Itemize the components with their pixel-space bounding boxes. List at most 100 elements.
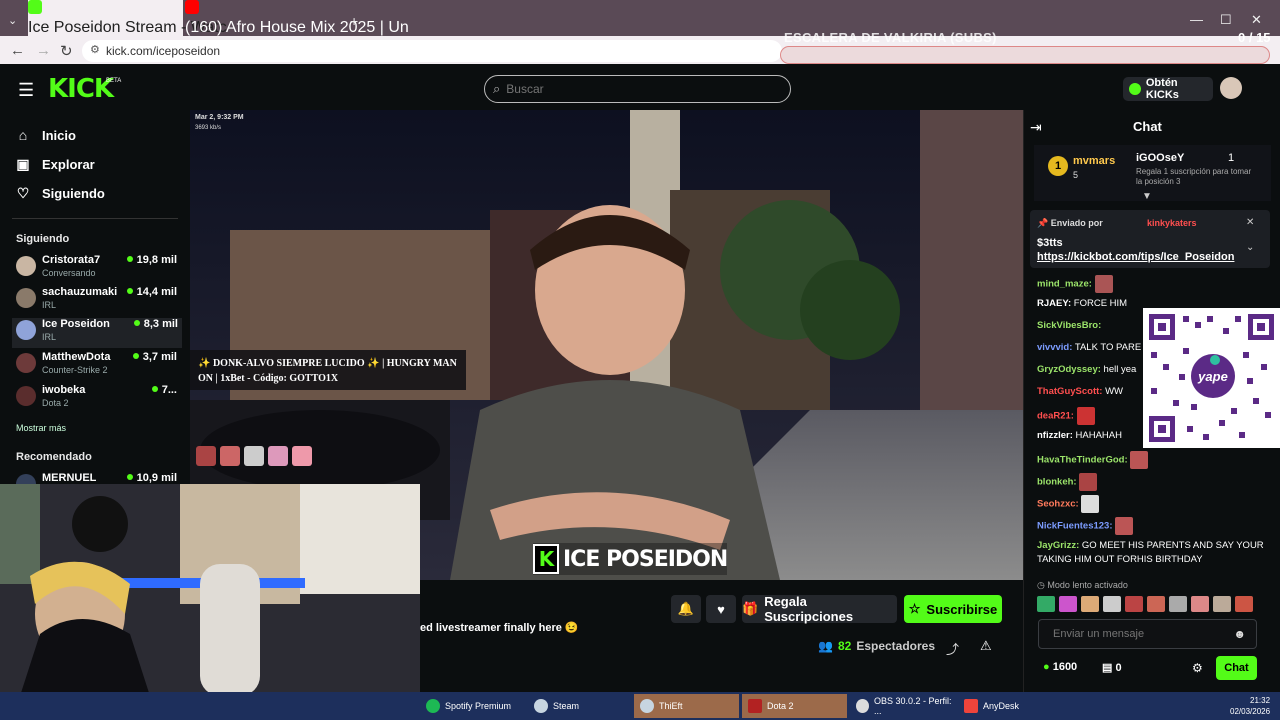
kicks-balance[interactable]: ● 1600	[1043, 661, 1077, 673]
system-clock[interactable]: 21:32 02/03/2026	[1230, 695, 1270, 717]
taskbar-item[interactable]: ThiEft	[634, 694, 739, 718]
url-field[interactable]: ⚙ kick.com/iceposeidon	[82, 40, 782, 62]
chat-input-box[interactable]: ☻	[1038, 619, 1257, 649]
steam-icon	[534, 699, 548, 713]
site-info-icon[interactable]: ⚙	[90, 43, 100, 56]
emote	[268, 446, 288, 466]
get-kicks-button[interactable]: Obtén KICKs	[1123, 77, 1213, 101]
emote	[292, 446, 312, 466]
kick-k-icon: K	[533, 544, 559, 574]
following-channel[interactable]: Cristorata7 Conversando 19,8 mil	[16, 254, 181, 284]
following-channel[interactable]: MatthewDota Counter-Strike 2 3,7 mil	[16, 351, 181, 381]
following-channel-active[interactable]: Ice Poseidon IRL 8,3 mil	[12, 318, 182, 348]
taskbar-item[interactable]: OBS 30.0.2 - Perfil: ...	[850, 694, 955, 718]
quick-emote-bar	[1037, 596, 1253, 612]
chat-send-button[interactable]: Chat	[1216, 656, 1257, 680]
gift-subs-button[interactable]: 🎁 Regala Suscripciones	[742, 594, 897, 624]
nav-home[interactable]: ⌂ Inicio	[16, 127, 76, 143]
video-overlay-date: Mar 2, 9:32 PM	[195, 114, 244, 121]
leader-username[interactable]: mvmars	[1073, 155, 1115, 167]
chat-username[interactable]: ThatGuyScott:	[1037, 386, 1102, 397]
emote-button[interactable]	[1235, 596, 1253, 612]
pinned-link[interactable]: https://kickbot.com/tips/Ice_Poseidon	[1037, 251, 1234, 263]
search-input[interactable]	[506, 82, 757, 96]
menu-icon[interactable]: ☰	[18, 80, 34, 101]
slow-mode-notice: ◷ Modo lento activado	[1037, 580, 1128, 590]
reload-icon[interactable]: ↻	[60, 42, 73, 60]
avatar	[16, 320, 36, 340]
chat-message-input[interactable]	[1053, 628, 1223, 640]
chat-username[interactable]: nfizzler:	[1037, 430, 1073, 441]
share-icon[interactable]: ⤴	[946, 639, 959, 658]
user-avatar[interactable]	[1220, 77, 1242, 99]
kick-logo[interactable]: KICK	[48, 74, 114, 104]
emote-button[interactable]	[1169, 596, 1187, 612]
chat-username[interactable]: HavaTheTinderGod:	[1037, 455, 1128, 466]
chat-username[interactable]: GryzOdyssey:	[1037, 364, 1101, 375]
viewer-count: 7...	[151, 384, 177, 396]
emote-button[interactable]	[1191, 596, 1209, 612]
show-more-link[interactable]: Mostrar más	[16, 423, 66, 433]
chat-username[interactable]: SickVibesBro:	[1037, 320, 1101, 331]
viewer-count: 19,8 mil	[126, 254, 177, 266]
search-bar[interactable]: ⌕	[484, 75, 791, 103]
chat-username[interactable]: deaR21:	[1037, 411, 1074, 422]
unpin-icon[interactable]: ✕	[1246, 217, 1254, 228]
viewer-count: 14,4 mil	[126, 286, 177, 298]
emote	[244, 446, 264, 466]
collapse-chat-icon[interactable]: ⇥	[1030, 119, 1042, 136]
emote-button[interactable]	[1081, 596, 1099, 612]
compass-icon: ▣	[16, 156, 30, 172]
channel-name: iwobeka	[42, 384, 86, 396]
avatar	[16, 386, 36, 406]
gifter-username[interactable]: iGOOseY	[1136, 152, 1184, 164]
emote-button[interactable]	[1125, 596, 1143, 612]
following-channel[interactable]: sachauzumaki IRL 14,4 mil	[16, 286, 181, 316]
pinned-username[interactable]: kinkykaters	[1147, 218, 1197, 228]
tab-search-icon[interactable]: ⌄	[8, 14, 17, 27]
notification-bell-button[interactable]: 🔔	[671, 595, 701, 623]
back-icon[interactable]: ←	[10, 42, 25, 59]
minimize-icon[interactable]: —	[1190, 12, 1203, 27]
emote-button[interactable]	[1059, 596, 1077, 612]
chat-username[interactable]: blonkeh:	[1037, 477, 1077, 488]
live-dot-icon	[133, 320, 140, 326]
taskbar-item[interactable]: Dota 2	[742, 694, 847, 718]
taskbar-item[interactable]: Steam	[528, 694, 628, 718]
close-window-icon[interactable]: ✕	[1251, 12, 1262, 28]
subscribe-button[interactable]: ☆ Suscribirse	[904, 595, 1002, 623]
gifter-description: Regala 1 suscripción para tomar la posic…	[1136, 167, 1252, 186]
promo-overlay: ✨ DONK-ALVO SIEMPRE LUCIDO ✨ | HUNGRY MA…	[190, 350, 466, 390]
maximize-icon[interactable]: ☐	[1220, 12, 1232, 28]
pinned-sent-by: 📌 Enviado por	[1037, 218, 1103, 228]
following-channel[interactable]: iwobeka Dota 2 7...	[16, 384, 181, 414]
follow-heart-button[interactable]: ♥	[706, 595, 736, 623]
nav-following[interactable]: ♡ Siguiendo	[16, 185, 105, 202]
chat-username[interactable]: RJAEY:	[1037, 298, 1071, 309]
taskbar-item[interactable]: Spotify Premium	[420, 694, 525, 718]
chat-settings-icon[interactable]: ⚙	[1192, 661, 1203, 675]
drops-balance[interactable]: ▤ 0	[1102, 661, 1122, 674]
chat-username[interactable]: JayGrizz:	[1037, 540, 1079, 551]
url-text: kick.com/iceposeidon	[106, 44, 221, 58]
nav-explore[interactable]: ▣ Explorar	[16, 156, 94, 173]
chat-username[interactable]: mind_maze:	[1037, 279, 1092, 290]
emoji-icon[interactable]: ☻	[1233, 627, 1246, 641]
chat-message: Seohzxc:	[1037, 495, 1265, 513]
emote-button[interactable]	[1147, 596, 1165, 612]
new-tab-button[interactable]: +	[350, 13, 358, 29]
viewer-number: 82	[837, 639, 852, 653]
youtube-favicon-icon	[185, 0, 199, 14]
report-icon[interactable]: ⚠	[980, 638, 992, 654]
emote-button[interactable]	[1213, 596, 1231, 612]
forward-icon[interactable]: →	[36, 42, 51, 59]
chat-username[interactable]: NickFuentes123:	[1037, 521, 1113, 532]
expand-banner-icon[interactable]: ▼	[1142, 191, 1152, 202]
emote-button[interactable]	[1103, 596, 1121, 612]
taskbar-item[interactable]: AnyDesk	[958, 694, 1058, 718]
chat-username[interactable]: vivvvid:	[1037, 342, 1072, 353]
chat-username[interactable]: Seohzxc:	[1037, 499, 1079, 510]
emote-button[interactable]	[1037, 596, 1055, 612]
live-dot-icon	[126, 256, 133, 262]
chevron-down-icon[interactable]: ⌄	[1246, 242, 1254, 253]
